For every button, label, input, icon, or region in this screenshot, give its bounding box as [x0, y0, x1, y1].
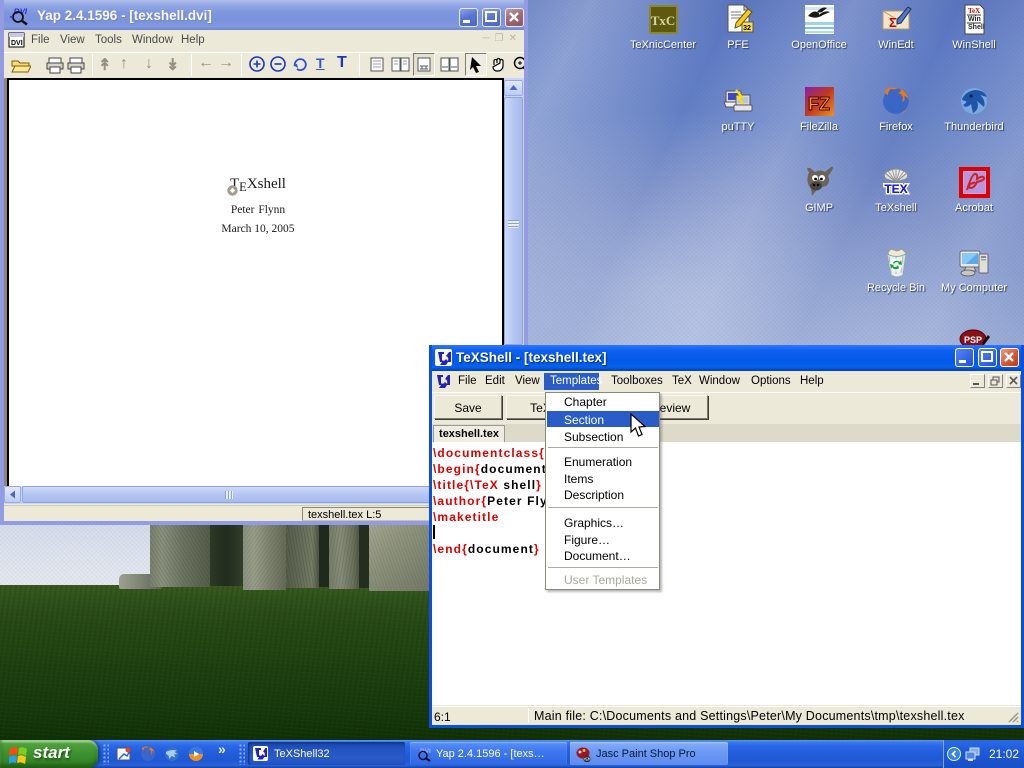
svg-text:FZ: FZ [808, 94, 830, 114]
svg-text:TEX: TEX [884, 182, 907, 196]
svg-text:Σ: Σ [889, 15, 897, 30]
svg-text:32: 32 [743, 25, 751, 32]
svg-text:PSP: PSP [963, 335, 981, 345]
svg-text:Shell: Shell [968, 24, 985, 31]
svg-text:TxC: TxC [650, 13, 675, 28]
svg-text:8: 8 [585, 757, 589, 763]
svg-text:Win: Win [968, 16, 981, 23]
svg-text:TeX: TeX [968, 7, 980, 15]
